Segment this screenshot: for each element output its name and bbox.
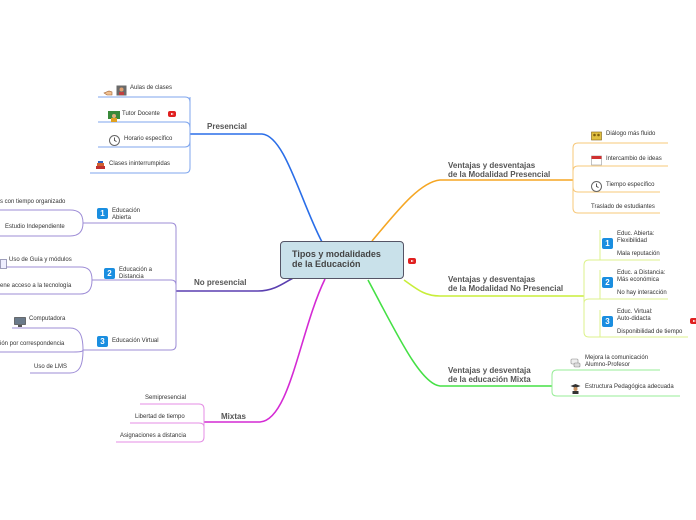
pointing-hand-icon (103, 85, 113, 96)
link-mixtas (204, 278, 326, 423)
distancia-item-guia[interactable]: Uso de Guía y módulos (9, 257, 72, 264)
communication-icon (570, 356, 581, 368)
vm-item-estructura[interactable]: Estructura Pedagógica adecuada (585, 384, 674, 391)
vp-item-dialogo[interactable]: Diálogo más fluido (606, 131, 655, 138)
group-people-icon (591, 128, 602, 141)
presencial-item-clases[interactable]: Clases ininterrumpidas (109, 161, 170, 168)
teacher-icon (108, 109, 120, 122)
abierta-item-tiempo[interactable]: s con tiempo organizado (0, 199, 65, 206)
video-icon[interactable] (168, 111, 176, 117)
vnp-virtual[interactable]: Educ. Virtual: Auto-didacta Disponibilid… (617, 309, 682, 336)
mixtas-item-asignaciones[interactable]: Asignaciones a distancia (120, 433, 186, 440)
branch-presencial[interactable]: Presencial (207, 122, 247, 131)
number-1-badge: 1 (97, 208, 108, 219)
clock-icon (109, 133, 120, 146)
vp-item-tiempo[interactable]: Tiempo específico (606, 182, 654, 189)
virtual-item-lms[interactable]: Uso de LMS (34, 364, 67, 371)
group-virtual-label[interactable]: Educación Virtual (112, 338, 159, 345)
video-icon[interactable] (408, 258, 416, 264)
central-topic[interactable]: Tipos y modalidades de la Educación (280, 241, 404, 279)
central-title-line1: Tipos y modalidades (292, 249, 381, 259)
number-3-badge: 3 (602, 316, 613, 327)
classroom-icon (116, 83, 127, 96)
abierta-item-estudio[interactable]: Estudio Independiente (5, 224, 65, 231)
number-1-badge: 1 (602, 238, 613, 249)
mixtas-item-libertad[interactable]: Libertad de tiempo (135, 414, 185, 421)
number-2-badge: 2 (104, 268, 115, 279)
graduate-icon (570, 381, 581, 394)
branch-no-presencial[interactable]: No presencial (194, 278, 246, 287)
vp-item-intercambio[interactable]: Intercambio de ideas (606, 156, 662, 163)
virtual-item-correspondencia[interactable]: ión por correspondencia (0, 341, 64, 348)
link-presencial (190, 133, 323, 243)
branch-mixtas[interactable]: Mixtas (221, 412, 246, 421)
branch-ventajas-no-presencial[interactable]: Ventajas y desventajas de la Modalidad N… (448, 275, 563, 293)
number-2-badge: 2 (602, 277, 613, 288)
presencial-item-tutor[interactable]: Tutor Docente (122, 111, 160, 118)
central-title-line2: de la Educación (292, 259, 361, 269)
branch-ventajas-presencial[interactable]: Ventajas y desventajas de la Modalidad P… (448, 161, 550, 179)
group-abierta-label[interactable]: Educación Abierta (112, 208, 140, 222)
presencial-item-horario[interactable]: Horario específico (124, 136, 172, 143)
vp-item-traslado[interactable]: Traslado de estudiantes (591, 204, 655, 211)
number-3-badge: 3 (97, 336, 108, 347)
link-ventajas-presencial (371, 179, 573, 242)
presencial-item-aulas[interactable]: Aulas de clases (130, 85, 172, 92)
group-distancia-label[interactable]: Educación a Distancia (119, 267, 152, 281)
vnp-abierta[interactable]: Educ. Abierta: Flexibilidad Mala reputac… (617, 231, 660, 258)
computer-icon (14, 314, 26, 327)
vm-item-comunicacion[interactable]: Mejora la comunicación Alumno-Profesor (585, 355, 648, 369)
distancia-item-tecnologia[interactable]: ene acceso a la tecnología (0, 283, 71, 290)
virtual-item-computadora[interactable]: Computadora (29, 316, 65, 323)
mixtas-item-semipresencial[interactable]: Semipresencial (145, 395, 186, 402)
calendar-icon (591, 153, 602, 166)
vnp-distancia[interactable]: Educ. a Distancia: Más económica No hay … (617, 270, 667, 297)
branch-ventajas-mixta[interactable]: Ventajas y desventaja de la educación Mi… (448, 366, 531, 384)
books-icon (95, 158, 105, 169)
video-icon[interactable] (690, 318, 696, 324)
clock-icon (591, 179, 602, 192)
